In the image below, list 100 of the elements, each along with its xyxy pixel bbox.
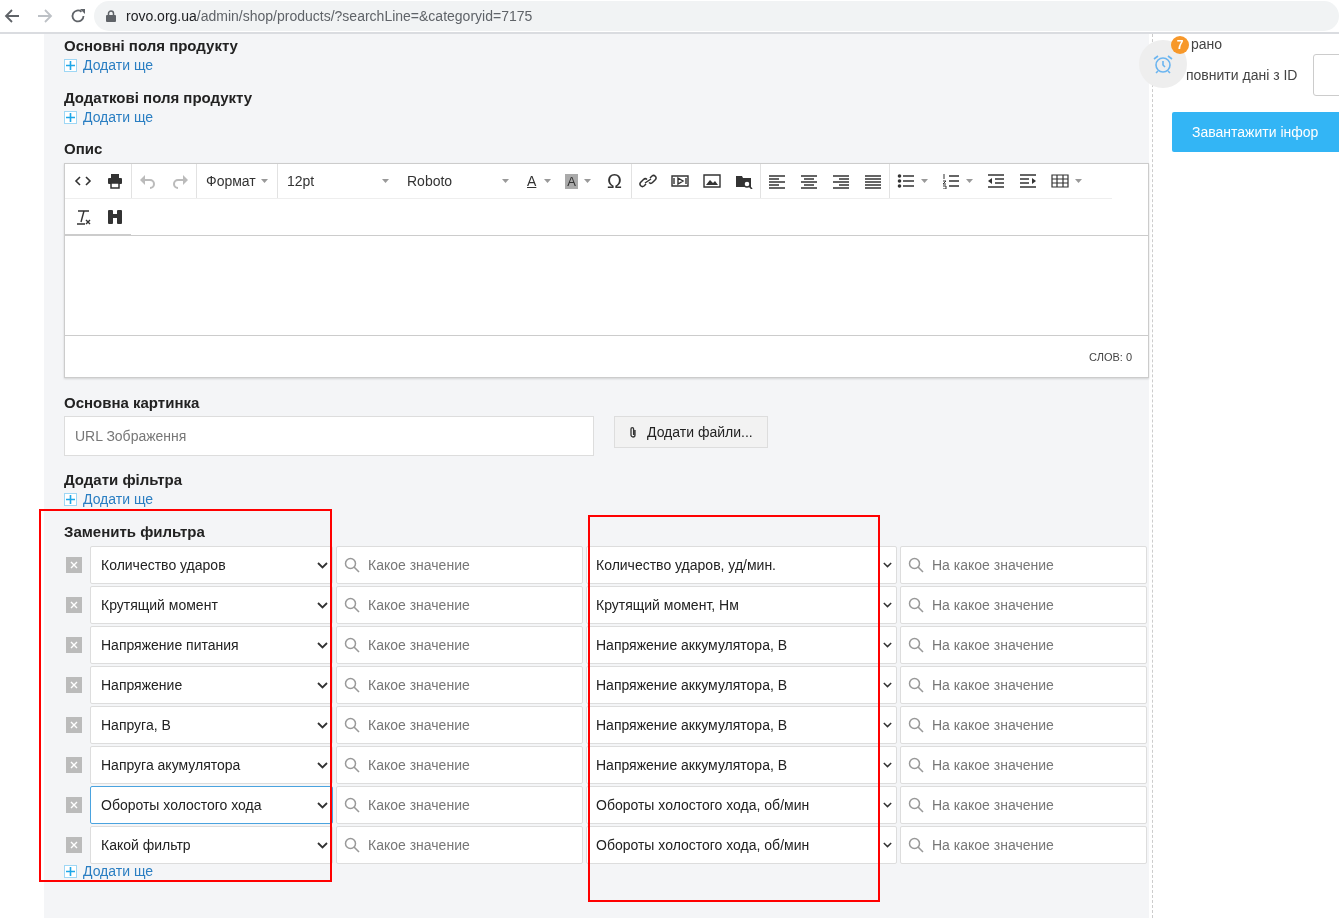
caret-icon [502,179,509,183]
filter-select[interactable]: Крутящий момент, Нм [586,586,897,624]
close-icon [70,601,78,609]
filter-select[interactable]: Какой фильтр [90,826,333,864]
filter-select[interactable]: Обороты холостого хода, об/мин [586,786,897,824]
search-icon [908,757,924,773]
filter-select[interactable]: Напряжение аккумулятора, В [586,706,897,744]
format-dropdown[interactable]: Формат [197,167,277,195]
caret-icon [920,179,928,183]
caret-icon [382,179,389,183]
plus-icon [64,58,77,72]
filter-select[interactable]: Обороты холостого хода [90,786,333,824]
chevron-down-icon [883,722,892,728]
section-title: Заменить фильтра [64,522,206,542]
value-search-field[interactable]: Какое значение [336,546,583,584]
special-character-button[interactable]: Ω [598,167,631,195]
search-icon [344,757,360,773]
filter-select[interactable]: Напряжение аккумулятора, В [586,746,897,784]
chevron-down-icon [883,642,892,648]
search-icon [344,557,360,573]
font-dropdown[interactable]: Roboto [398,167,518,195]
search-icon [344,677,360,693]
chevron-down-icon [883,682,892,688]
reload-icon[interactable] [70,8,86,24]
value-search-field[interactable]: На какое значение [900,666,1147,704]
value-search-field[interactable]: На какое значение [900,746,1147,784]
filter-select[interactable]: Напряжение питания [90,626,333,664]
close-icon [70,761,78,769]
value-search-field[interactable]: На какое значение [900,786,1147,824]
folder-search-icon [734,173,753,189]
numbered-list-icon [941,173,960,189]
filter-select[interactable]: Крутящий момент [90,586,333,624]
image-url-field[interactable]: URL Зображення [64,416,594,456]
caret-icon [1074,179,1082,183]
plus-icon [64,110,77,124]
filter-select[interactable]: Количество ударов, уд/мин. [586,546,897,584]
section-title: Основні поля продукту [64,36,239,56]
section-title: Опис [64,139,104,159]
chevron-down-icon [317,841,328,849]
filter-select[interactable]: Количество ударов [90,546,333,584]
caret-icon [584,179,591,183]
value-search-field[interactable]: Какое значение [336,746,583,784]
chevron-down-icon [317,681,328,689]
printer-icon [106,173,124,189]
font-size-dropdown[interactable]: 12pt [278,167,398,195]
value-search-field[interactable]: Какое значение [336,586,583,624]
search-icon [908,797,924,813]
filter-select[interactable]: Напряжение аккумулятора, В [586,626,897,664]
value-search-field[interactable]: Какое значение [336,826,583,864]
filter-select[interactable]: Напряжение аккумулятора, В [586,666,897,704]
image-icon [702,173,721,189]
value-search-field[interactable]: Какое значение [336,626,583,664]
search-icon [908,717,924,733]
field-label: повнити дані з ID [1186,67,1298,83]
search-icon [344,637,360,653]
chevron-down-icon [317,641,328,649]
search-icon [908,677,924,693]
lock-icon [106,10,116,22]
add-more-link[interactable]: Додати ще [64,56,154,74]
chevron-down-icon [883,802,892,808]
align-left-icon [767,173,786,189]
filter-select[interactable]: Напруга акумулятора [90,746,333,784]
chevron-down-icon [883,562,892,568]
filter-select[interactable]: Напряжение [90,666,333,704]
value-search-field[interactable]: На какое значение [900,586,1147,624]
value-search-field[interactable]: На какое значение [900,706,1147,744]
address-bar[interactable]: rovo.org.ua/admin/shop/products/?searchLine=&categoryid=7175 [94,1,1339,31]
value-search-field[interactable]: Какое значение [336,786,583,824]
add-more-link[interactable]: Додати ще [64,490,154,508]
outdent-icon [986,173,1005,189]
close-icon [70,681,78,689]
field-label: рано [1191,36,1224,52]
plus-icon [64,492,77,506]
value-search-field[interactable]: На какое значение [900,626,1147,664]
value-search-field[interactable]: На какое значение [900,546,1147,584]
value-search-field[interactable]: Какое значение [336,666,583,704]
filter-select[interactable]: Напруга, В [90,706,333,744]
caret-icon [965,179,973,183]
close-icon [70,561,78,569]
add-more-link[interactable]: Додати ще [64,862,154,880]
align-center-icon [799,173,818,189]
search-icon [344,797,360,813]
add-more-link[interactable]: Додати ще [64,108,154,126]
search-icon [908,597,924,613]
plus-icon [64,864,77,878]
filter-select[interactable]: Обороты холостого хода, об/мин [586,826,897,864]
close-icon [70,641,78,649]
film-icon [670,173,689,189]
value-search-field[interactable]: На какое значение [900,826,1147,864]
text-color-button[interactable]: A [518,167,559,195]
caret-icon [261,179,268,183]
chevron-down-icon [317,801,328,809]
close-icon [70,801,78,809]
back-icon[interactable] [4,8,20,24]
highlight-color-button[interactable]: A [558,167,598,195]
add-files-button[interactable]: Додати файли... [614,416,768,448]
chevron-down-icon [883,602,892,608]
value-search-field[interactable]: Какое значение [336,706,583,744]
paperclip-icon [629,426,637,438]
count-badge: 7 [1171,36,1189,54]
